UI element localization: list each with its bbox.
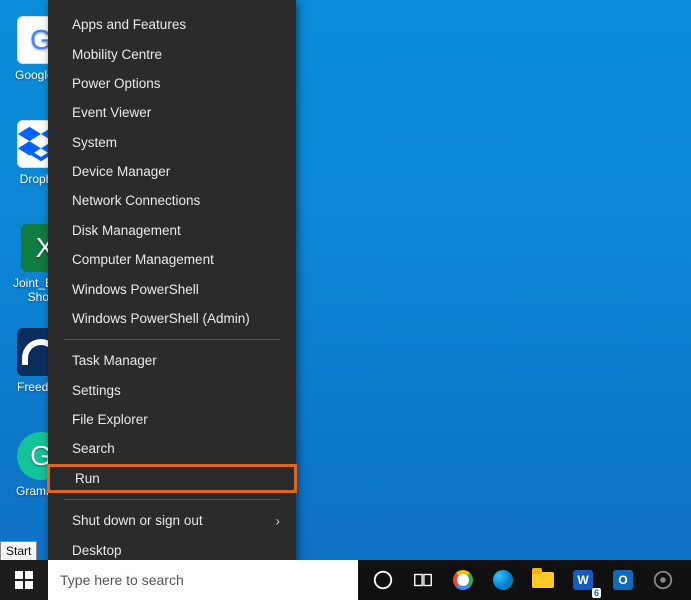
- menu-apps-and-features[interactable]: Apps and Features: [48, 10, 296, 39]
- menu-disk-management[interactable]: Disk Management: [48, 216, 296, 245]
- taskbar-circle-app[interactable]: [643, 560, 683, 600]
- task-view-icon: [412, 569, 434, 591]
- chevron-right-icon: ›: [276, 513, 281, 528]
- windows-logo-icon: [15, 571, 33, 589]
- menu-device-manager[interactable]: Device Manager: [48, 157, 296, 186]
- menu-separator: [64, 499, 280, 500]
- taskbar-outlook[interactable]: O: [603, 560, 643, 600]
- start-button[interactable]: [0, 560, 48, 600]
- task-view-button[interactable]: [403, 560, 443, 600]
- taskbar: Type here to search W 6 O: [0, 560, 691, 600]
- menu-windows-powershell[interactable]: Windows PowerShell: [48, 274, 296, 303]
- menu-computer-management[interactable]: Computer Management: [48, 245, 296, 274]
- menu-search[interactable]: Search: [48, 434, 296, 463]
- menu-settings[interactable]: Settings: [48, 376, 296, 405]
- menu-task-manager[interactable]: Task Manager: [48, 346, 296, 375]
- taskbar-edge[interactable]: [483, 560, 523, 600]
- circle-icon: [652, 569, 674, 591]
- folder-icon: [532, 572, 554, 588]
- taskbar-file-explorer[interactable]: [523, 560, 563, 600]
- word-icon: W: [573, 570, 593, 590]
- cortana-icon: [372, 569, 394, 591]
- menu-run[interactable]: Run: [47, 464, 297, 493]
- search-placeholder: Type here to search: [60, 572, 184, 588]
- menu-file-explorer[interactable]: File Explorer: [48, 405, 296, 434]
- winx-menu: Apps and Features Mobility Centre Power …: [48, 0, 296, 578]
- cortana-button[interactable]: [363, 560, 403, 600]
- menu-system[interactable]: System: [48, 128, 296, 157]
- word-badge: 6: [592, 588, 601, 598]
- menu-label: Shut down or sign out: [72, 513, 203, 528]
- taskbar-search[interactable]: Type here to search: [48, 560, 358, 600]
- menu-separator: [64, 339, 280, 340]
- menu-shut-down-or-sign-out[interactable]: Shut down or sign out ›: [48, 506, 296, 535]
- menu-power-options[interactable]: Power Options: [48, 69, 296, 98]
- taskbar-word[interactable]: W 6: [563, 560, 603, 600]
- menu-mobility-centre[interactable]: Mobility Centre: [48, 39, 296, 68]
- taskbar-chrome[interactable]: [443, 560, 483, 600]
- chrome-icon: [453, 570, 473, 590]
- menu-windows-powershell-admin[interactable]: Windows PowerShell (Admin): [48, 304, 296, 333]
- start-tooltip: Start: [0, 541, 37, 561]
- menu-event-viewer[interactable]: Event Viewer: [48, 98, 296, 127]
- edge-icon: [493, 570, 513, 590]
- taskbar-pinned-apps: W 6 O: [363, 560, 691, 600]
- menu-network-connections[interactable]: Network Connections: [48, 186, 296, 215]
- outlook-icon: O: [613, 570, 633, 590]
